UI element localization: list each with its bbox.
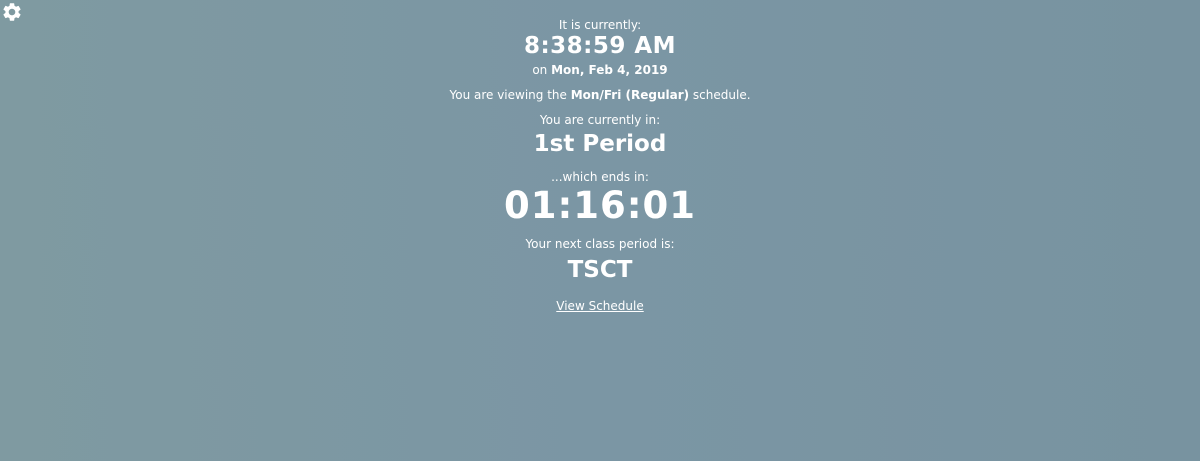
schedule-info: You are viewing the Mon/Fri (Regular) sc… — [0, 88, 1200, 102]
date-value: Mon, Feb 4, 2019 — [551, 63, 668, 77]
current-period-label: You are currently in: — [539, 113, 661, 127]
current-time: 8:38:59 AM — [523, 33, 677, 59]
date-prefix: on — [532, 63, 548, 77]
countdown-label: ...which ends in: — [551, 170, 649, 184]
next-period: TSCT — [567, 257, 633, 283]
current-period: 1st Period — [533, 131, 667, 157]
schedule-prefix: You are viewing the — [449, 88, 567, 102]
current-time-label: It is currently: — [558, 18, 642, 32]
schedule-suffix: schedule. — [692, 88, 751, 102]
countdown-timer: 01:16:01 — [503, 184, 697, 227]
next-period-label: Your next class period is: — [525, 237, 675, 251]
view-schedule-link[interactable]: View Schedule — [556, 299, 643, 313]
current-date: on Mon, Feb 4, 2019 — [0, 63, 1200, 77]
view-schedule-wrap: View Schedule — [0, 295, 1200, 314]
schedule-name: Mon/Fri (Regular) — [570, 88, 690, 102]
